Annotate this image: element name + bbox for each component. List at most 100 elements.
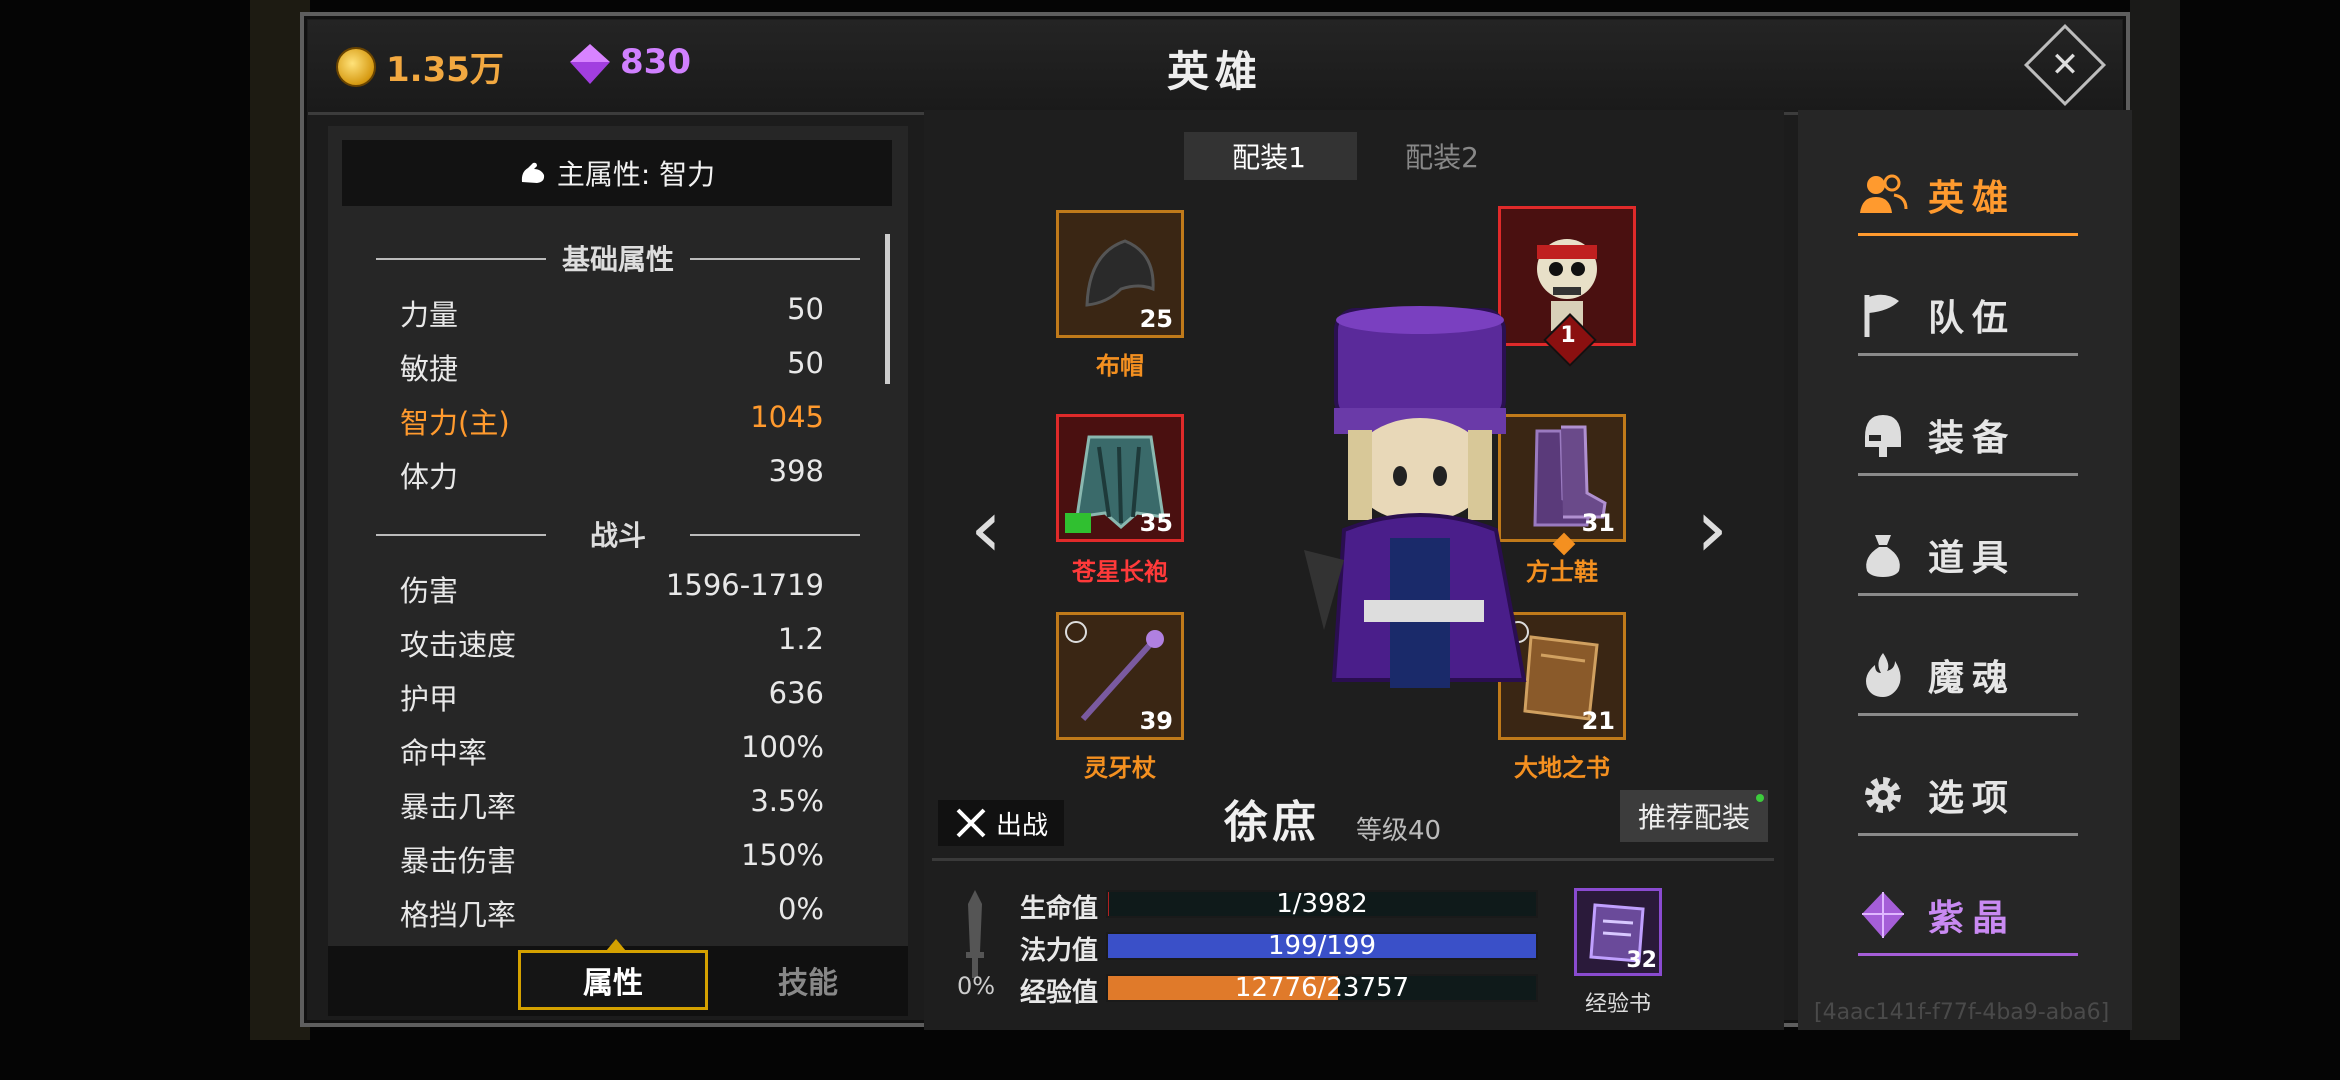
menu-item-items[interactable]: 道具 [1858,520,2078,596]
stat-row-crit-damage: 暴击伤害 150% [400,838,824,880]
side-menu: 英雄 队伍 装备 道具 魔魂 选项 紫晶 [1798,110,2132,1030]
exp-book-label: 经验书 [1584,992,1651,1017]
menu-label: 紫晶 [1928,898,2017,939]
stats-panel: 主属性: 智力 基础属性 力量 50 敏捷 50 智力(主) 1045 体力 3… [328,126,908,1016]
flag-icon [1858,290,1908,340]
exp-book-button[interactable]: 32 [1574,888,1662,976]
stat-label: 格挡几率 [400,898,517,932]
slot-hat-label: 布帽 [1096,352,1144,380]
stats-scrollbar[interactable] [885,234,890,384]
next-hero-arrow[interactable]: › [1696,482,1728,575]
flame-icon [1858,650,1908,700]
hp-bar: 1/3982 [1106,889,1538,919]
menu-underline [1858,473,2078,476]
stat-value: 0% [777,892,824,926]
stat-label: 智力(主) [400,406,510,440]
menu-underline [1858,953,2078,956]
slot-staff[interactable]: 39 [1056,612,1184,740]
tab-skills[interactable]: 技能 [738,950,878,1010]
slot-robe[interactable]: 35 [1056,414,1184,542]
mp-value: 199/199 [1267,931,1376,961]
slot-level: 31 [1581,509,1615,537]
stat-row-hit-rate: 命中率 100% [400,730,824,772]
menu-label: 装备 [1928,418,2017,459]
menu-label: 英雄 [1928,178,2017,219]
stat-label: 暴击几率 [400,790,517,824]
stat-row-block-chance: 格挡几率 0% [400,892,824,934]
stat-value: 1.2 [777,622,824,656]
background-right [2130,0,2180,1040]
stat-label: 敏捷 [400,352,459,386]
book-tag-icon [1065,513,1091,533]
menu-item-souls[interactable]: 魔魂 [1858,640,2078,716]
stat-label: 攻击速度 [400,628,517,662]
menu-label: 队伍 [1928,298,2017,339]
base-attributes-title: 基础属性 [376,238,860,278]
menu-label: 道具 [1928,538,2017,579]
tab-loadout-1[interactable]: 配装1 [1184,132,1354,180]
stat-label: 暴击伤害 [400,844,517,878]
slot-hat[interactable]: 25 [1056,210,1184,338]
gear-icon [1858,770,1908,820]
exp-bar: 12776/23757 [1106,973,1538,1003]
mp-label: 法力值 [1020,936,1099,966]
main-attribute-label: 主属性: 智力 [556,158,716,191]
deploy-label: 出战 [995,810,1048,841]
menu-item-options[interactable]: 选项 [1858,760,2078,836]
divider [932,858,1774,861]
recommend-loadout-button[interactable]: 推荐配装 [1620,790,1768,842]
menu-item-amethyst[interactable]: 紫晶 [1858,880,2078,956]
hero-window: 1.35万 830 英雄 ✕ 主属性: 智力 基础属性 力量 50 敏捷 50 [300,12,2132,1030]
menu-underline [1858,593,2078,596]
stat-row-crit-chance: 暴击几率 3.5% [400,784,824,826]
close-icon: ✕ [2050,45,2080,85]
stat-value: 1596-1719 [665,568,824,602]
stat-row-attack-speed: 攻击速度 1.2 [400,622,824,664]
empty-socket-icon [1065,621,1087,643]
stat-label: 伤害 [400,574,459,608]
slot-level: 39 [1139,707,1173,735]
recommend-label: 推荐配装 [1637,801,1750,834]
prev-hero-arrow[interactable]: ‹ [970,482,1002,575]
stat-value: 50 [787,292,824,326]
slot-level: 25 [1139,305,1173,333]
stat-row-armor: 护甲 636 [400,676,824,718]
mp-bar: 199/199 [1106,931,1538,961]
menu-item-equipment[interactable]: 装备 [1858,400,2078,476]
stat-row-strength: 力量 50 [400,292,824,334]
notification-dot [1756,794,1764,802]
crossed-swords-icon [956,808,986,838]
menu-item-hero[interactable]: 英雄 [1858,160,2078,236]
slot-level: 35 [1139,509,1173,537]
hp-value: 1/3982 [1276,889,1368,919]
stat-value: 3.5% [750,784,824,818]
rage-percent: 0% [956,972,996,1000]
stat-value: 398 [768,454,824,488]
exp-label: 经验值 [1020,978,1099,1008]
slot-staff-label: 灵牙杖 [1084,754,1156,782]
helmet-icon [1858,410,1908,460]
exp-value: 12776/23757 [1234,973,1410,1003]
bag-icon [1858,530,1908,580]
companion-level: 1 [1560,323,1576,348]
menu-label: 魔魂 [1928,658,2017,699]
slot-robe-label: 苍星长袍 [1072,558,1168,586]
menu-underline [1858,233,2078,236]
crystal-icon [1858,890,1908,940]
stat-value: 636 [768,676,824,710]
menu-item-team[interactable]: 队伍 [1858,280,2078,356]
combat-title: 战斗 [376,514,860,554]
stat-label: 命中率 [400,736,488,770]
stat-row-damage: 伤害 1596-1719 [400,568,824,610]
tab-loadout-2[interactable]: 配装2 [1354,132,1527,180]
page-title: 英雄 [1166,47,1263,96]
slot-level: 21 [1581,707,1615,735]
deploy-button[interactable]: 出战 [938,800,1064,846]
stat-value: 100% [741,730,824,764]
stat-row-intelligence: 智力(主) 1045 [400,400,824,442]
session-id-text: [4aac141f-f77f-4ba9-aba6] [1814,1000,2110,1025]
equipment-panel: 配装1 配装2 25 布帽 1 35 苍星长袍 31 方士鞋 39 灵牙杖 21… [924,110,1784,1030]
tab-attributes[interactable]: 属性 [518,939,708,1010]
users-icon [1858,170,1908,220]
hp-label: 生命值 [1020,894,1099,924]
